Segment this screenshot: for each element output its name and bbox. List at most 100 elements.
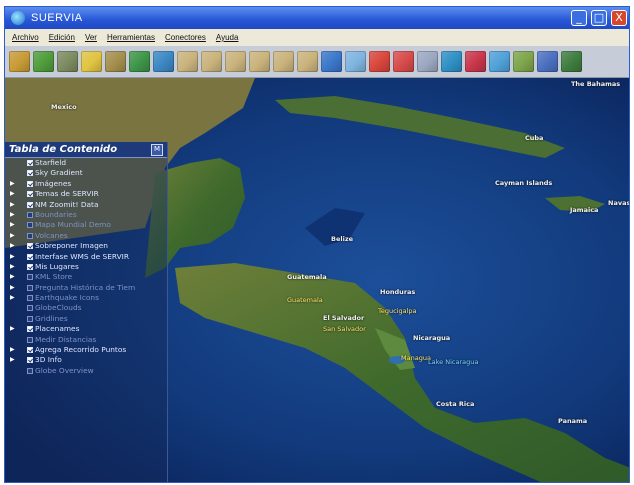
sun-icon[interactable] [81, 51, 102, 72]
layer-item[interactable]: Starfield [5, 158, 167, 168]
menu-herramientas[interactable]: Herramientas [107, 33, 155, 42]
layer-checkbox[interactable] [27, 263, 33, 270]
map-label: Cuba [525, 134, 544, 142]
layer-folder-icon[interactable] [201, 51, 222, 72]
satellite-image-icon[interactable] [9, 51, 30, 72]
expand-arrow-icon[interactable]: ▶ [10, 231, 15, 241]
expand-arrow-icon[interactable]: ▶ [10, 241, 15, 251]
layer-checkbox[interactable] [27, 315, 33, 322]
expand-arrow-icon[interactable]: ▶ [10, 189, 15, 199]
layer-checkbox[interactable] [27, 170, 33, 177]
layer-item[interactable]: ▶ Earthquake Icons [5, 293, 167, 303]
layer-item[interactable]: ▶ Placenames [5, 324, 167, 334]
expand-arrow-icon[interactable]: ▶ [10, 252, 15, 262]
layer-checkbox[interactable] [27, 201, 33, 208]
layer-checkbox[interactable] [27, 284, 33, 291]
menu-conectores[interactable]: Conectores [165, 33, 206, 42]
flag-icon[interactable] [369, 51, 390, 72]
blue-marble-icon[interactable] [153, 51, 174, 72]
layer-checkbox[interactable] [27, 326, 33, 333]
layer-item[interactable]: ▶ Sobreponer Imagen [5, 241, 167, 251]
minimize-button[interactable]: _ [571, 10, 587, 26]
map-pin-icon[interactable] [417, 51, 438, 72]
expand-arrow-icon[interactable]: ▶ [10, 220, 15, 230]
layer-checkbox[interactable] [27, 295, 33, 302]
xyz-coordinates-icon[interactable] [57, 51, 78, 72]
layer-checkbox[interactable] [27, 347, 33, 354]
expand-arrow-icon[interactable]: ▶ [10, 179, 15, 189]
globe-settings-icon[interactable] [561, 51, 582, 72]
layer-item[interactable]: ▶ Agrega Recorrido Puntos [5, 345, 167, 355]
layer-item[interactable]: Globe Overview [5, 366, 167, 376]
layer-checkbox[interactable] [27, 243, 33, 250]
layer-checkbox[interactable] [27, 191, 33, 198]
close-button[interactable]: X [611, 10, 627, 26]
layer-checkbox[interactable] [27, 211, 33, 218]
layer-item[interactable]: ▶ Mis Lugares [5, 262, 167, 272]
landsat-icon[interactable] [105, 51, 126, 72]
expand-arrow-icon[interactable]: ▶ [10, 355, 15, 365]
layer-checkbox[interactable] [27, 274, 33, 281]
expand-arrow-icon[interactable]: ▶ [10, 272, 15, 282]
vegetation-icon[interactable] [129, 51, 150, 72]
expand-arrow-icon[interactable]: ▶ [10, 262, 15, 272]
expand-arrow-icon[interactable]: ▶ [10, 283, 15, 293]
layer-checkbox[interactable] [27, 253, 33, 260]
layer-item[interactable]: ▶ Interfase WMS de SERVIR [5, 252, 167, 262]
layer-item[interactable]: ▶ KML Store [5, 272, 167, 282]
layer-item[interactable]: ▶ Pregunta Histórica de Tiem [5, 283, 167, 293]
layer-item[interactable]: Sky Gradient [5, 168, 167, 178]
toc-header: Tabla de Contenido M [5, 142, 167, 158]
layer-folder-icon[interactable] [249, 51, 270, 72]
water-icon[interactable] [489, 51, 510, 72]
layer-label: 3D Info [35, 355, 62, 365]
chart-icon[interactable] [537, 51, 558, 72]
layer-item[interactable]: ▶ Mapa Mundial Demo [5, 220, 167, 230]
layer-checkbox[interactable] [27, 222, 33, 229]
title-bar[interactable]: SUERVIA _ □ X [5, 7, 629, 29]
layer-folder-icon[interactable] [273, 51, 294, 72]
layer-label: Mis Lugares [35, 261, 79, 271]
menu-ver[interactable]: Ver [85, 33, 97, 42]
layer-folder-icon[interactable] [297, 51, 318, 72]
toc-pin-button[interactable]: M [151, 143, 163, 156]
maximize-button[interactable]: □ [591, 10, 607, 26]
radar-icon[interactable] [441, 51, 462, 72]
landscape-icon[interactable] [513, 51, 534, 72]
expand-arrow-icon[interactable]: ▶ [10, 345, 15, 355]
layer-folder-icon[interactable] [177, 51, 198, 72]
cloud-icon[interactable] [345, 51, 366, 72]
expand-arrow-icon[interactable]: ▶ [10, 293, 15, 303]
layer-checkbox[interactable] [27, 367, 33, 374]
lifesaver-icon[interactable] [393, 51, 414, 72]
layer-item[interactable]: Medir Distancias [5, 335, 167, 345]
layer-item[interactable]: ▶ Boundaries [5, 210, 167, 220]
layer-item[interactable]: ▶ NM Zoomit! Data [5, 200, 167, 210]
expand-arrow-icon[interactable]: ▶ [10, 324, 15, 334]
expand-arrow-icon[interactable]: ▶ [10, 210, 15, 220]
layer-item[interactable]: ▶ Temas de SERVIR [5, 189, 167, 199]
layer-folder-icon[interactable] [225, 51, 246, 72]
menu-ayuda[interactable]: Ayuda [216, 33, 239, 42]
layer-item[interactable]: ▶ 3D Info [5, 355, 167, 365]
layer-checkbox[interactable] [27, 305, 33, 312]
layer-list: Starfield Sky Gradient ▶ Imágenes ▶ Temas de … [5, 158, 167, 376]
expand-arrow-icon[interactable]: ▶ [10, 200, 15, 210]
menu-edicion[interactable]: Edición [49, 33, 75, 42]
layer-checkbox[interactable] [27, 336, 33, 343]
layer-checkbox[interactable] [27, 357, 33, 364]
layer-item[interactable]: Gridlines [5, 314, 167, 324]
layer-label: Sky Gradient [35, 168, 83, 178]
layer-checkbox[interactable] [27, 232, 33, 239]
layer-checkbox[interactable] [27, 180, 33, 187]
map-label: Lake Nicaragua [428, 358, 479, 366]
globe-icon[interactable] [321, 51, 342, 72]
weather-icon[interactable] [465, 51, 486, 72]
terrain-icon[interactable] [33, 51, 54, 72]
layer-item[interactable]: GlobeClouds [5, 303, 167, 313]
layer-label: KML Store [35, 272, 73, 282]
menu-archivo[interactable]: Archivo [12, 33, 39, 42]
layer-item[interactable]: ▶ Imágenes [5, 179, 167, 189]
layer-checkbox[interactable] [27, 160, 33, 166]
layer-item[interactable]: ▶ Volcanes [5, 231, 167, 241]
